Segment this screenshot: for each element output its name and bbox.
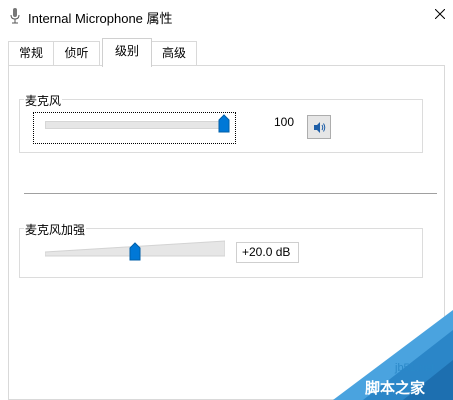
tab-advanced[interactable]: 高级 xyxy=(151,41,197,65)
boost-level-value[interactable]: +20.0 dB xyxy=(236,242,299,263)
tab-levels[interactable]: 级别 xyxy=(102,38,152,67)
microphone-level-value[interactable]: 100 xyxy=(244,113,299,134)
microphone-label: 麦克风 xyxy=(24,92,63,109)
close-icon xyxy=(435,9,445,19)
section-divider xyxy=(24,193,437,194)
watermark-url: jb51.net xyxy=(395,362,435,374)
boost-label: 麦克风加强 xyxy=(24,221,87,238)
tab-general[interactable]: 常规 xyxy=(8,41,54,65)
speaker-icon xyxy=(314,122,326,133)
microphone-level-thumb[interactable] xyxy=(218,114,230,133)
close-button[interactable] xyxy=(426,0,453,31)
watermark-text: 脚本之家 xyxy=(365,380,426,397)
tab-listen[interactable]: 侦听 xyxy=(53,41,100,65)
title-bar: Internal Microphone 属性 xyxy=(0,0,453,31)
window-title: Internal Microphone 属性 xyxy=(28,11,173,26)
mute-button[interactable] xyxy=(307,115,331,139)
microphone-icon xyxy=(10,8,20,24)
tab-strip: 常规 侦听 级别 高级 xyxy=(0,31,453,67)
microphone-level-track[interactable] xyxy=(45,121,225,129)
boost-level-thumb[interactable] xyxy=(129,242,141,261)
